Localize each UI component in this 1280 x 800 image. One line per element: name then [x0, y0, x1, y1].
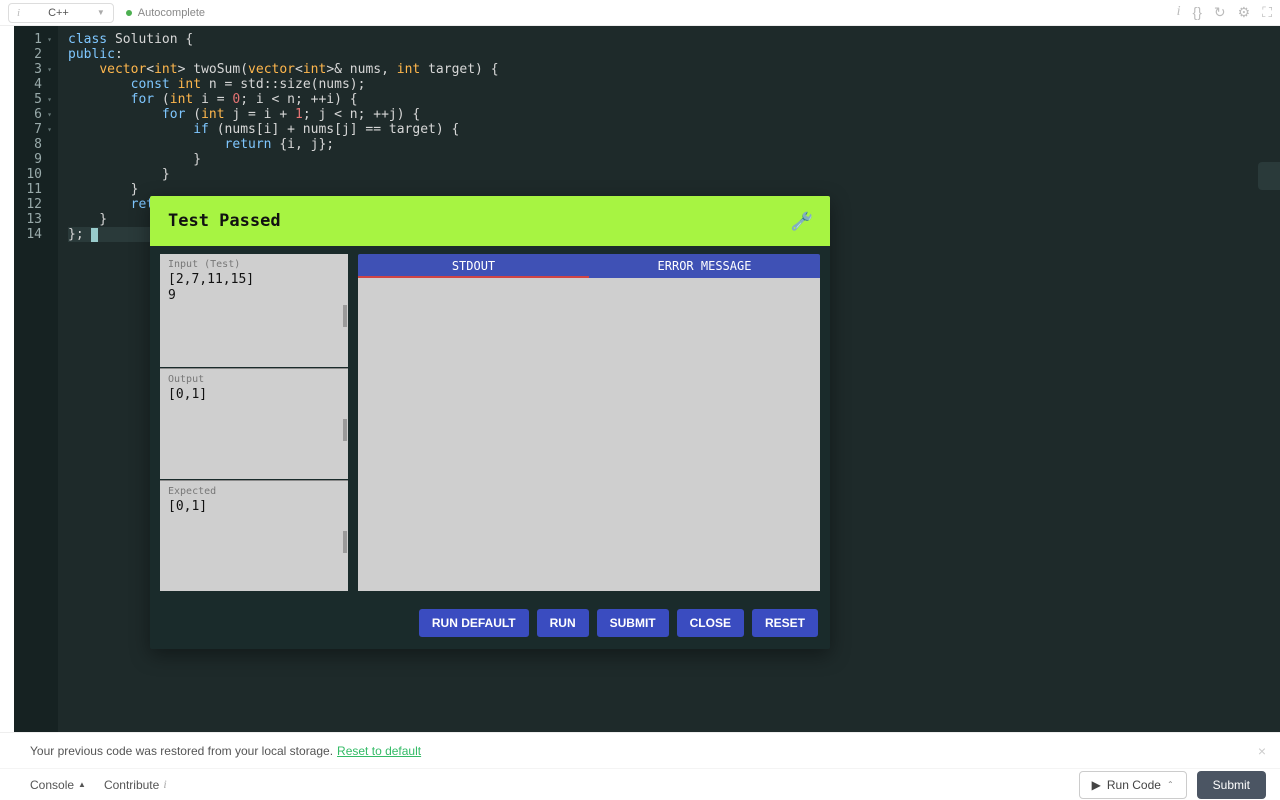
fullscreen-icon[interactable]: ⛶ [1262, 4, 1272, 21]
reset-to-default-link[interactable]: Reset to default [337, 744, 421, 758]
tab-error[interactable]: ERROR MESSAGE [589, 254, 820, 278]
dialog-header: Test Passed 🔧 [150, 196, 830, 246]
drag-handle[interactable] [343, 419, 347, 441]
reset-button[interactable]: RESET [752, 609, 818, 637]
drag-handle[interactable] [343, 531, 347, 553]
chevron-up-icon: ⌃ [1167, 780, 1174, 789]
info-icon[interactable]: i [1177, 4, 1181, 21]
run-button[interactable]: RUN [537, 609, 589, 637]
play-icon: ▶ [1092, 778, 1101, 792]
toolbar-right: i {} ↻ ⚙ ⛶ [1177, 4, 1272, 21]
output-tabs: STDOUT ERROR MESSAGE [358, 254, 820, 278]
notice-text: Your previous code was restored from you… [30, 744, 333, 758]
dialog-body: Input (Test) [2,7,11,15] 9 Output [0,1] … [150, 246, 830, 601]
test-result-dialog: Test Passed 🔧 Input (Test) [2,7,11,15] 9… [150, 196, 830, 649]
side-tab[interactable] [1258, 162, 1280, 190]
submit-button[interactable]: SUBMIT [597, 609, 669, 637]
output-column: STDOUT ERROR MESSAGE [358, 254, 820, 591]
footer-bar: Console ▲ Contribute i ▶ Run Code ⌃ Subm… [0, 768, 1280, 800]
language-selector[interactable]: i C++ ▼ [8, 3, 114, 23]
language-label: C++ [48, 7, 69, 19]
code-editor[interactable]: 1▾23▾45▾6▾7▾891011121314 class Solution … [14, 26, 1280, 732]
input-label: Input (Test) [160, 254, 348, 272]
tab-stdout[interactable]: STDOUT [358, 254, 589, 278]
dialog-title: Test Passed [168, 211, 281, 231]
console-label: Console [30, 778, 74, 792]
output-value: [0,1] [160, 387, 348, 403]
run-default-button[interactable]: RUN DEFAULT [419, 609, 529, 637]
io-column: Input (Test) [2,7,11,15] 9 Output [0,1] … [160, 254, 348, 591]
dialog-footer: RUN DEFAULT RUN SUBMIT CLOSE RESET [150, 601, 830, 649]
run-code-label: Run Code [1107, 778, 1161, 792]
autocomplete-label: Autocomplete [138, 7, 205, 19]
refresh-icon[interactable]: ↻ [1214, 4, 1226, 21]
chevron-down-icon: ▼ [97, 8, 105, 17]
expected-value: [0,1] [160, 499, 348, 515]
output-label: Output [160, 369, 348, 387]
contribute-link[interactable]: Contribute i [104, 777, 167, 792]
info-icon: i [17, 7, 20, 19]
submit-main-button[interactable]: Submit [1197, 771, 1266, 799]
footer-right: ▶ Run Code ⌃ Submit [1079, 771, 1266, 799]
chevron-up-icon: ▲ [78, 780, 86, 789]
input-value: [2,7,11,15] 9 [160, 272, 348, 304]
info-icon: i [163, 777, 166, 792]
gutter: 1▾23▾45▾6▾7▾891011121314 [14, 26, 58, 732]
output-panel: Output [0,1] [160, 368, 348, 479]
contribute-label: Contribute [104, 778, 159, 792]
run-code-button[interactable]: ▶ Run Code ⌃ [1079, 771, 1187, 799]
restore-notice: Your previous code was restored from you… [0, 732, 1280, 768]
stdout-area [358, 278, 820, 591]
drag-handle[interactable] [343, 305, 347, 327]
input-panel: Input (Test) [2,7,11,15] 9 [160, 254, 348, 367]
wrench-icon[interactable]: 🔧 [790, 210, 811, 232]
settings-icon[interactable]: ⚙ [1238, 4, 1251, 21]
editor-container: 1▾23▾45▾6▾7▾891011121314 class Solution … [0, 26, 1280, 732]
braces-icon[interactable]: {} [1193, 4, 1202, 21]
expected-panel: Expected [0,1] [160, 480, 348, 591]
expected-label: Expected [160, 481, 348, 499]
editor-toolbar: i C++ ▼ Autocomplete i {} ↻ ⚙ ⛶ [0, 0, 1280, 26]
close-button[interactable]: CLOSE [677, 609, 744, 637]
close-icon[interactable]: × [1258, 743, 1266, 759]
autocomplete-toggle[interactable]: Autocomplete [126, 7, 205, 19]
console-toggle[interactable]: Console ▲ [30, 778, 86, 792]
